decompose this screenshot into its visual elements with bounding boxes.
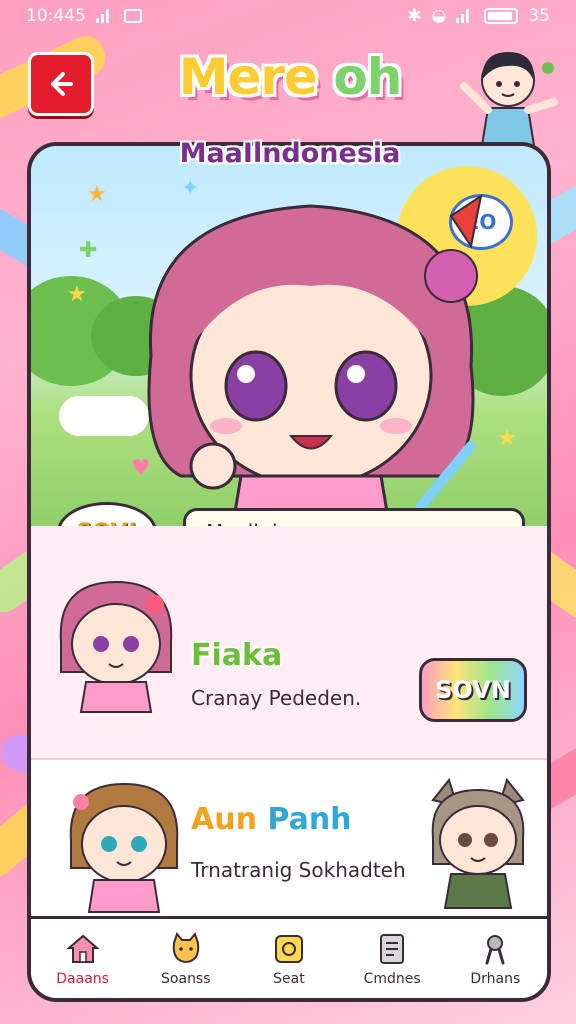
star-icon: ★ bbox=[87, 182, 107, 207]
wrench-icon bbox=[485, 934, 505, 964]
nav-item-settings[interactable]: Drhans bbox=[445, 931, 545, 987]
coin-icon bbox=[274, 934, 303, 963]
game-title: Mere oh bbox=[140, 48, 440, 106]
nav-label: Soanss bbox=[161, 970, 211, 987]
status-bar: 10:445 ✱ ◒ 35 bbox=[0, 0, 576, 32]
nav-item-characters[interactable]: Soanss bbox=[136, 931, 236, 987]
star-icon: ★ bbox=[67, 282, 87, 307]
character-name-part-2: Panh bbox=[267, 802, 352, 837]
character-description: Trnatranig Sokhadteh bbox=[191, 858, 406, 882]
title-part-1: Mere bbox=[178, 48, 318, 106]
character-name: Fiaka bbox=[191, 638, 283, 673]
character-avatar bbox=[69, 782, 179, 913]
nav-item-home[interactable]: Daaans bbox=[33, 931, 133, 987]
character-list: Fiaka Cranay Pededen. SOVN Aun Panh Trna… bbox=[31, 526, 547, 928]
list-item[interactable]: Aun Panh Trnatranig Sokhadteh bbox=[31, 758, 547, 928]
nav-item-list[interactable]: Cmdnes bbox=[342, 931, 442, 987]
game-subtitle: MaaIlndonesia bbox=[179, 138, 401, 169]
arrow-left-icon bbox=[51, 72, 73, 96]
bluetooth-icon: ✱ bbox=[407, 6, 422, 26]
nav-label: Daaans bbox=[56, 970, 109, 987]
title-part-2: oh bbox=[333, 48, 402, 106]
back-button[interactable] bbox=[28, 52, 94, 116]
cat-icon bbox=[172, 931, 200, 963]
list-icon bbox=[380, 933, 405, 964]
signal-icon bbox=[95, 9, 114, 23]
cell-signal-icon bbox=[456, 9, 474, 23]
character-avatar bbox=[431, 777, 525, 909]
list-item[interactable]: Fiaka Cranay Pededen. SOVN bbox=[31, 546, 547, 746]
main-card: EO ★ ★ ✦ ✚ ♥ ★ SOV! bbox=[27, 142, 551, 1002]
battery-level: 35 bbox=[528, 6, 550, 26]
bottom-navigation: Daaans Soanss Seat Cmdnes Drhans bbox=[31, 916, 547, 998]
wifi-icon: ◒ bbox=[431, 6, 447, 26]
battery-icon bbox=[484, 8, 519, 24]
character-name: Aun Panh bbox=[191, 802, 352, 837]
star-icon: ✚ bbox=[79, 238, 98, 263]
notification-icon bbox=[123, 9, 142, 23]
nav-label: Seat bbox=[273, 970, 305, 987]
nav-label: Drhans bbox=[470, 970, 521, 987]
nav-label: Cmdnes bbox=[363, 970, 421, 987]
character-avatar bbox=[59, 580, 173, 713]
house-icon bbox=[65, 934, 100, 963]
character-description: Cranay Pededen. bbox=[191, 686, 362, 710]
character-name-part-1: Aun bbox=[191, 802, 257, 837]
select-character-button[interactable]: SOVN bbox=[419, 658, 527, 722]
nav-item-shop[interactable]: Seat bbox=[239, 931, 339, 987]
status-time: 10:445 bbox=[26, 6, 86, 26]
